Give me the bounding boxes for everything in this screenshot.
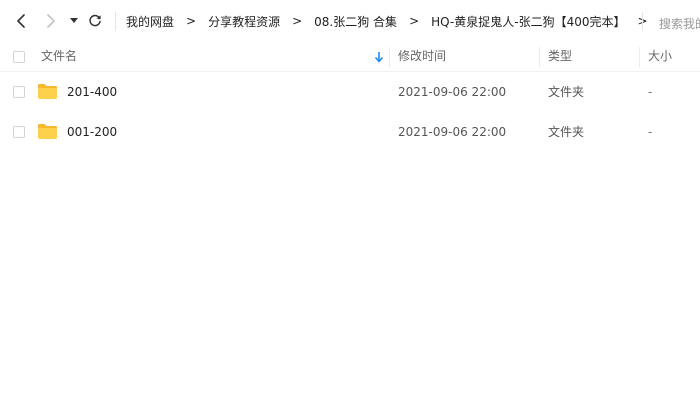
file-modified: 2021-09-06 22:00	[398, 85, 507, 99]
search-divider	[642, 12, 643, 31]
caret-down-icon	[70, 18, 78, 23]
toolbar: 我的网盘 > 分享教程资源 > 08.张二狗 合集 > HQ-黄泉捉鬼人-张二狗…	[0, 0, 700, 42]
column-header-size[interactable]: 大小	[648, 42, 672, 71]
breadcrumb-item-root[interactable]: 我的网盘	[126, 13, 174, 30]
file-modified: 2021-09-06 22:00	[398, 125, 507, 139]
chevron-left-icon	[17, 14, 25, 28]
column-header-row: 文件名 修改时间 类型 大小	[0, 42, 700, 72]
chevron-right-icon	[47, 14, 55, 28]
file-name[interactable]: 001-200	[67, 112, 117, 152]
sort-descending-icon[interactable]	[373, 50, 385, 64]
column-divider[interactable]	[539, 47, 540, 67]
file-type: 文件夹	[548, 85, 585, 99]
column-divider[interactable]	[639, 47, 640, 67]
breadcrumb-item-current[interactable]: HQ-黄泉捉鬼人-张二狗【400完本】	[431, 13, 625, 30]
file-type: 文件夹	[548, 125, 585, 139]
file-list: 201-400 2021-09-06 22:00 文件夹 - 001-200 2…	[0, 72, 700, 152]
column-header-type[interactable]: 类型	[548, 42, 572, 71]
toolbar-divider	[115, 12, 116, 31]
breadcrumb-separator: >	[292, 14, 303, 28]
select-all-checkbox[interactable]	[13, 51, 25, 63]
row-checkbox[interactable]	[13, 86, 25, 98]
search-input[interactable]	[659, 15, 700, 31]
breadcrumb: 我的网盘 > 分享教程资源 > 08.张二狗 合集 > HQ-黄泉捉鬼人-张二狗…	[126, 0, 660, 42]
file-size: -	[648, 125, 653, 139]
refresh-button[interactable]	[86, 11, 104, 31]
file-row[interactable]: 001-200 2021-09-06 22:00 文件夹 -	[0, 112, 700, 152]
file-name[interactable]: 201-400	[67, 72, 117, 112]
column-header-modified[interactable]: 修改时间	[398, 42, 446, 71]
refresh-icon	[89, 14, 101, 27]
breadcrumb-separator: >	[186, 14, 197, 28]
column-divider[interactable]	[389, 47, 390, 67]
search-box	[659, 13, 700, 31]
breadcrumb-item-share[interactable]: 分享教程资源	[208, 13, 280, 30]
forward-button[interactable]	[42, 11, 60, 31]
history-dropdown-button[interactable]	[66, 11, 82, 31]
back-button[interactable]	[12, 11, 30, 31]
breadcrumb-separator: >	[409, 14, 420, 28]
file-row[interactable]: 201-400 2021-09-06 22:00 文件夹 -	[0, 72, 700, 112]
breadcrumb-item-collection[interactable]: 08.张二狗 合集	[314, 13, 397, 30]
file-size: -	[648, 85, 653, 99]
file-manager-window: 我的网盘 > 分享教程资源 > 08.张二狗 合集 > HQ-黄泉捉鬼人-张二狗…	[0, 0, 700, 409]
folder-icon	[38, 84, 57, 99]
column-header-name[interactable]: 文件名	[41, 42, 77, 71]
folder-icon	[38, 124, 57, 139]
row-checkbox[interactable]	[13, 126, 25, 138]
